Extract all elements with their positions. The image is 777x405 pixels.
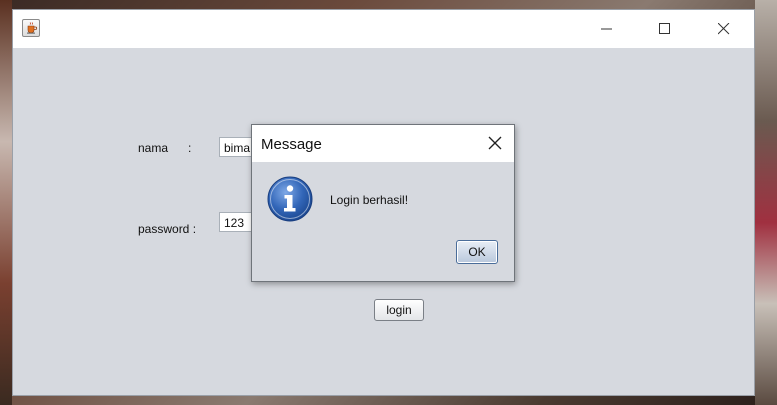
password-label: password :	[138, 222, 197, 236]
nama-label: nama	[138, 141, 169, 155]
java-cup-icon	[22, 19, 40, 37]
dialog-titlebar[interactable]: Message	[252, 125, 514, 162]
message-dialog: Message Login berhasil! OK	[251, 124, 515, 282]
dialog-message: Login berhasil!	[330, 193, 409, 207]
desktop-background-right	[755, 0, 777, 405]
nama-colon: :	[188, 141, 192, 155]
login-button[interactable]: login	[374, 299, 424, 321]
desktop-background-left	[0, 0, 12, 405]
maximize-icon	[659, 23, 670, 34]
dialog-title: Message	[261, 136, 322, 153]
minimize-icon	[601, 28, 612, 30]
maximize-button[interactable]	[637, 10, 695, 48]
close-button[interactable]	[696, 10, 754, 48]
window-titlebar[interactable]	[13, 10, 754, 48]
close-icon	[488, 136, 502, 150]
dialog-close-button[interactable]	[476, 125, 514, 162]
info-icon	[267, 176, 313, 222]
close-icon	[718, 23, 730, 35]
minimize-button[interactable]	[579, 10, 637, 48]
ok-button[interactable]: OK	[456, 240, 498, 264]
